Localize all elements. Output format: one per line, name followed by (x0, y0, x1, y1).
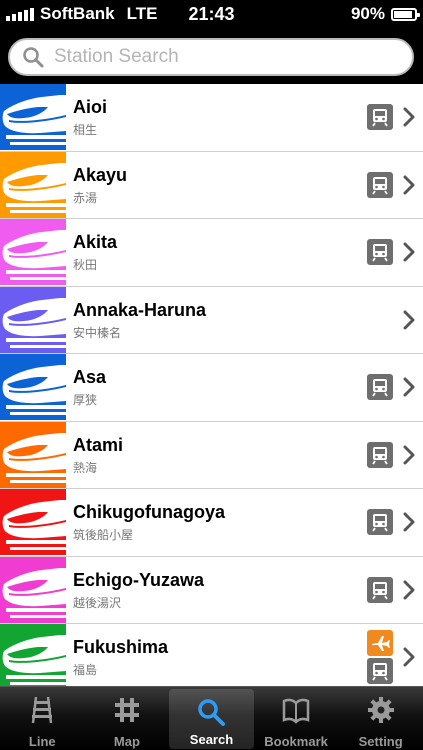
search-bar (0, 28, 423, 84)
tab-label: Map (113, 734, 140, 749)
station-kanji: 相生 (73, 123, 98, 137)
transport-icons (367, 489, 393, 555)
train-icon (367, 576, 393, 603)
station-row[interactable]: Akayu 赤湯 (0, 151, 423, 219)
train-icon (367, 104, 393, 130)
transport-icons (367, 557, 393, 623)
station-kanji: 厚狭 (73, 393, 98, 407)
chevron-right-icon (403, 377, 415, 397)
line-logo-icon (0, 489, 66, 555)
train-icon (367, 171, 393, 198)
search-icon (196, 697, 226, 727)
station-kanji: 熱海 (73, 460, 98, 475)
chevron-right-icon (403, 445, 415, 464)
station-kanji: 福島 (73, 663, 98, 677)
transport-icons (367, 422, 393, 488)
railway-track-icon (27, 695, 57, 725)
station-kanji: 安中榛名 (73, 325, 122, 340)
train-icon (367, 441, 393, 468)
station-row[interactable]: Echigo-Yuzawa 越後湯沢 (0, 556, 423, 624)
station-name: Asa (73, 367, 107, 387)
tab-search[interactable]: Search (169, 689, 254, 749)
chevron-right-icon (403, 242, 415, 262)
map-grid-icon (112, 695, 142, 725)
chevron-right-icon (403, 580, 415, 599)
station-name: Annaka-Haruna (73, 299, 207, 320)
tab-label: Bookmark (264, 734, 328, 749)
station-row[interactable]: Chikugofunagoya 筑後船小屋 (0, 489, 423, 557)
chevron-right-icon (403, 647, 415, 667)
chevron-right-icon (403, 107, 415, 127)
station-row[interactable]: Atami 熱海 (0, 421, 423, 489)
station-name: Akayu (73, 164, 128, 185)
station-kanji: 筑後船小屋 (73, 528, 134, 542)
line-logo-icon (0, 354, 66, 420)
tab-bookmark[interactable]: Bookmark (254, 687, 339, 750)
line-logo-icon (0, 421, 66, 488)
transport-icons (367, 219, 393, 285)
train-icon (367, 658, 393, 684)
station-search-input[interactable] (54, 46, 394, 68)
station-kanji: 越後湯沢 (73, 595, 122, 610)
train-icon (367, 509, 393, 535)
search-field[interactable] (8, 38, 414, 76)
station-row[interactable]: Aioi 相生 (0, 84, 423, 152)
status-bar: SoftBank LTE 21:43 90% (0, 0, 423, 28)
station-name: Echigo-Yuzawa (73, 569, 205, 590)
station-kanji: 赤湯 (73, 190, 98, 205)
tab-map[interactable]: Map (85, 687, 170, 750)
airplane-icon (367, 630, 393, 656)
train-icon (367, 374, 393, 400)
tab-label: Setting (358, 734, 403, 749)
station-kanji: 秋田 (73, 258, 98, 272)
transport-icons (367, 354, 393, 420)
line-logo-icon (0, 624, 66, 686)
transport-icons (367, 624, 393, 686)
tab-setting[interactable]: Setting (338, 687, 423, 750)
station-name: Akita (73, 232, 118, 252)
station-row[interactable]: Akita 秋田 (0, 219, 423, 287)
search-icon (23, 47, 44, 68)
chevron-right-icon (403, 175, 415, 194)
station-name: Fukushima (73, 637, 169, 657)
transport-icons (367, 84, 393, 150)
battery-info: 90% (350, 4, 420, 24)
station-name: Chikugofunagoya (73, 502, 225, 522)
battery-percent: 90% (350, 4, 385, 23)
station-row[interactable]: Asa 厚狭 (0, 354, 423, 422)
tab-label: Search (189, 732, 234, 747)
tab-line[interactable]: Line (0, 687, 85, 750)
chevron-right-icon (403, 310, 415, 329)
line-logo-icon (0, 219, 66, 285)
station-name: Atami (73, 434, 124, 455)
transport-icons (367, 152, 393, 218)
train-icon (367, 239, 393, 265)
line-logo-icon (0, 84, 66, 150)
line-logo-icon (0, 151, 66, 218)
tab-bar: Line Map Search Bookmark Setting (0, 686, 423, 750)
tab-label: Line (28, 734, 56, 749)
station-name: Aioi (73, 97, 107, 117)
gear-icon (366, 695, 396, 725)
station-row[interactable]: Fukushima 福島 (0, 624, 423, 686)
line-logo-icon (0, 286, 66, 353)
book-icon (281, 695, 311, 725)
battery-icon (391, 7, 420, 21)
station-list[interactable]: Aioi 相生 Akayu 赤湯 Akita 秋田 Annaka-Haruna 安中榛名 Asa… (0, 84, 423, 686)
station-row[interactable]: Annaka-Haruna 安中榛名 (0, 286, 423, 354)
line-logo-icon (0, 556, 66, 623)
chevron-right-icon (403, 512, 415, 532)
